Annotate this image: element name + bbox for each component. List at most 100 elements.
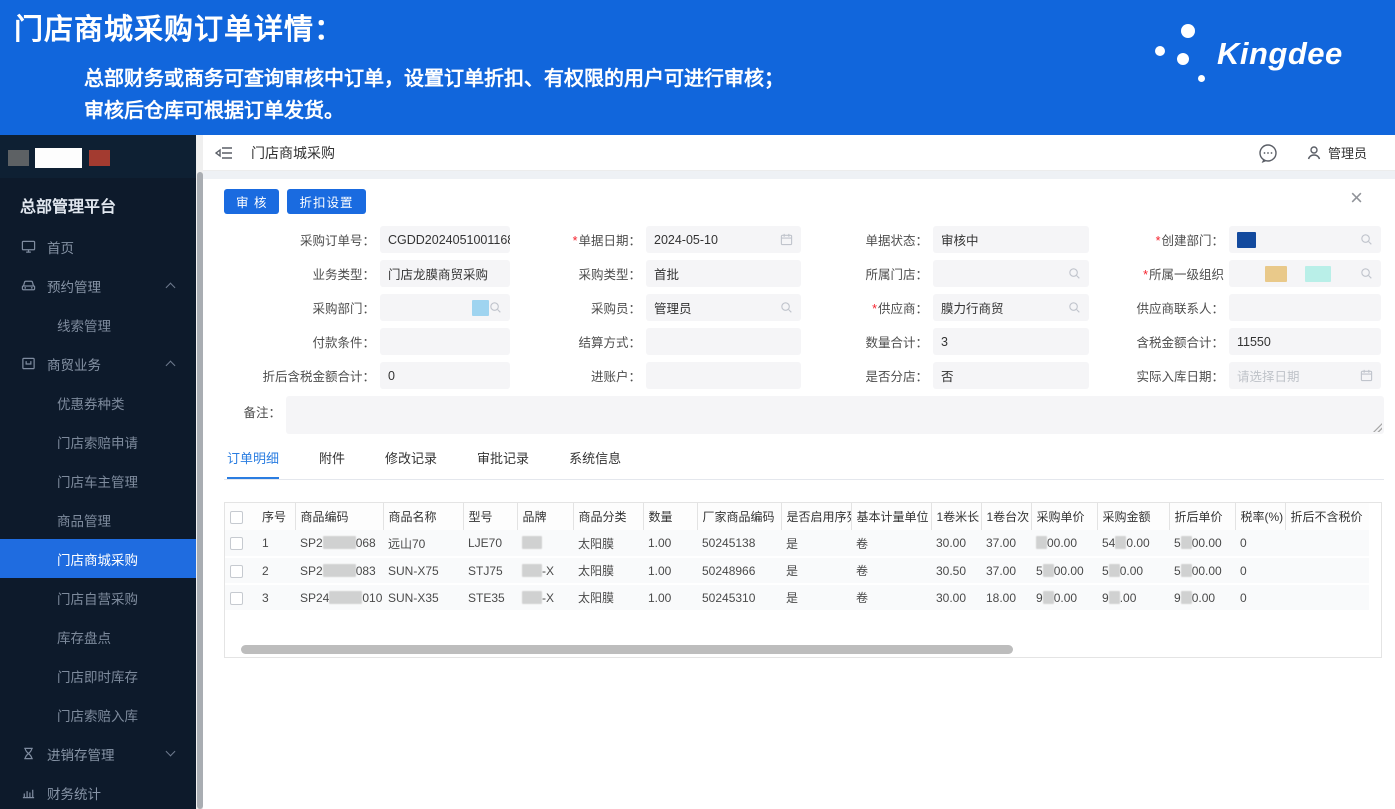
sidebar-item-coupon-types[interactable]: 优惠券种类 [0, 383, 196, 422]
row-checkbox[interactable] [230, 537, 243, 551]
cell-brand [517, 530, 573, 557]
sidebar-item-stock-count[interactable]: 库存盘点 [0, 617, 196, 656]
field-purchase-type: 采购类型： 首批 [510, 260, 801, 287]
horizontal-scrollbar-thumb[interactable] [241, 645, 1013, 654]
create-dept-input[interactable] [1229, 226, 1381, 253]
logo-block-white [35, 148, 82, 168]
field-label: 备注： [243, 406, 281, 420]
supplier-input[interactable]: 膜力行商贸 [933, 294, 1089, 321]
close-icon[interactable]: × [1350, 187, 1363, 209]
qty-total-input[interactable]: 3 [933, 328, 1089, 355]
is-branch-input[interactable]: 否 [933, 362, 1089, 389]
sidebar-item-appointment[interactable]: 预约管理 [0, 266, 196, 305]
cell-notax-price [1285, 584, 1369, 611]
tab-attachments[interactable]: 附件 [319, 448, 345, 479]
kingdee-logo-dot [1155, 46, 1165, 56]
field-is-branch: 是否分店： 否 [801, 362, 1089, 389]
tax-amount-total-input[interactable]: 11550 [1229, 328, 1381, 355]
col-model: 型号 [463, 503, 518, 530]
cell-brand: -X [517, 584, 573, 611]
menu-fold-icon[interactable] [214, 145, 233, 161]
resize-handle-icon[interactable] [1373, 423, 1382, 432]
cell-roll-count: 37.00 [986, 536, 1017, 550]
required-mark: * [872, 302, 877, 316]
first-level-org-input[interactable] [1229, 260, 1381, 287]
sidebar-item-label: 首页 [47, 240, 74, 256]
table-row[interactable]: 2 SP2 083 SUN-X75 STJ75 -X 太阳膜 1.00 50248… [225, 557, 1369, 584]
sidebar-item-store-realtime-stock[interactable]: 门店即时库存 [0, 656, 196, 695]
sidebar-item-store-claim-apply[interactable]: 门店索赔申请 [0, 422, 196, 461]
business-type-input[interactable]: 门店龙膜商贸采购 [380, 260, 510, 287]
sidebar-item-store-claim-inbound[interactable]: 门店索赔入库 [0, 695, 196, 734]
supplier-contact-input[interactable] [1229, 294, 1381, 321]
cell-purchase-price: 00.00 [1031, 530, 1097, 557]
sidebar-item-store-self-purchase[interactable]: 门店自营采购 [0, 578, 196, 617]
sidebar-item-trade[interactable]: 商贸业务 [0, 344, 196, 383]
cell-qty: 1.00 [648, 536, 672, 550]
sidebar-item-store-owner-mgmt[interactable]: 门店车主管理 [0, 461, 196, 500]
select-all-checkbox[interactable] [230, 510, 243, 524]
redacted-patch [1042, 590, 1054, 604]
tab-approval-log[interactable]: 审批记录 [477, 448, 529, 479]
sidebar-item-inventory-mgmt[interactable]: 进销存管理 [0, 734, 196, 773]
audit-button[interactable]: 审 核 [224, 189, 280, 214]
table-row[interactable]: 1 SP2 068 远山70 LJE70 太阳膜 1.00 50245138 是 … [225, 530, 1369, 557]
sidebar-item-home[interactable]: 首页 [0, 227, 196, 266]
sidebar-item-finance-stats[interactable]: 财务统计 [0, 773, 196, 809]
doc-status-input[interactable]: 审核中 [933, 226, 1089, 253]
redacted-patch [522, 590, 542, 604]
discounted-total-input[interactable]: 0 [380, 362, 510, 389]
purchase-dept-input[interactable] [380, 294, 510, 321]
store-input[interactable] [933, 260, 1089, 287]
platform-title: 总部管理平台 [20, 199, 117, 216]
user-icon [1307, 145, 1321, 159]
table-row[interactable]: 3 SP240106 SUN-X35 STE35 -X 太阳膜 1.00 502… [225, 584, 1369, 611]
purchase-order-no-input[interactable]: CGDD20240510011689 [380, 226, 510, 253]
row-checkbox[interactable] [230, 564, 243, 578]
redacted-patch [1180, 563, 1192, 577]
chevron-down-icon [165, 746, 176, 757]
sidebar-scrollbar[interactable] [196, 135, 203, 809]
remark-textarea[interactable] [286, 396, 1384, 434]
finance-icon [21, 785, 36, 800]
field-label: 供应商联系人： [1136, 302, 1224, 316]
income-account-input[interactable] [646, 362, 801, 389]
tab-system-info[interactable]: 系统信息 [569, 448, 621, 479]
sidebar-item-label: 门店即时库存 [57, 669, 138, 685]
payment-terms-input[interactable] [380, 328, 510, 355]
user-menu[interactable]: 管理员 [1306, 143, 1367, 162]
row-checkbox[interactable] [230, 591, 243, 605]
message-icon[interactable] [1258, 143, 1278, 163]
page-title: 门店商城采购 [251, 144, 335, 161]
field-label: 结算方式： [578, 336, 641, 350]
field-tax-amount-total: 含税金额合计： 11550 [1089, 328, 1381, 355]
cell-purchase-amount: 54 0.00 [1102, 536, 1150, 550]
field-value: 否 [941, 370, 954, 384]
sidebar-item-label: 门店车主管理 [57, 474, 138, 490]
sidebar-item-leads[interactable]: 线索管理 [0, 305, 196, 344]
field-placeholder: 请选择日期 [1237, 370, 1300, 384]
top-banner: 门店商城采购订单详情： 总部财务或商务可查询审核中订单，设置订单折扣、有权限的用… [0, 0, 1395, 135]
doc-date-input[interactable]: 2024-05-10 [646, 226, 801, 253]
col-product-code: 商品编码 [295, 503, 384, 530]
sidebar-scrollbar-thumb[interactable] [196, 172, 203, 809]
cell-discounted-price: 5 00.00 [1174, 536, 1222, 550]
tab-order-detail[interactable]: 订单明细 [227, 448, 280, 479]
header-checkbox-cell [225, 503, 257, 530]
settlement-method-input[interactable] [646, 328, 801, 355]
cell-notax-price [1285, 557, 1369, 584]
cell-base-unit: 卷 [856, 591, 869, 605]
actual-inbound-date-input[interactable]: 请选择日期 [1229, 362, 1381, 389]
purchaser-input[interactable]: 管理员 [646, 294, 801, 321]
purchase-type-input[interactable]: 首批 [646, 260, 801, 287]
col-seq: 序号 [257, 503, 296, 530]
field-label: 含税金额合计： [1136, 336, 1224, 350]
sidebar-item-store-mall-purchase[interactable]: 门店商城采购 [0, 539, 196, 578]
tab-modify-log[interactable]: 修改记录 [385, 448, 437, 479]
field-settlement-method: 结算方式： [510, 328, 801, 355]
sidebar-item-product-mgmt[interactable]: 商品管理 [0, 500, 196, 539]
logo-block-gray [8, 150, 29, 166]
field-remark: 备注： [224, 396, 1384, 434]
field-label: 是否分店： [865, 370, 928, 384]
discount-settings-button[interactable]: 折扣设置 [287, 189, 366, 214]
